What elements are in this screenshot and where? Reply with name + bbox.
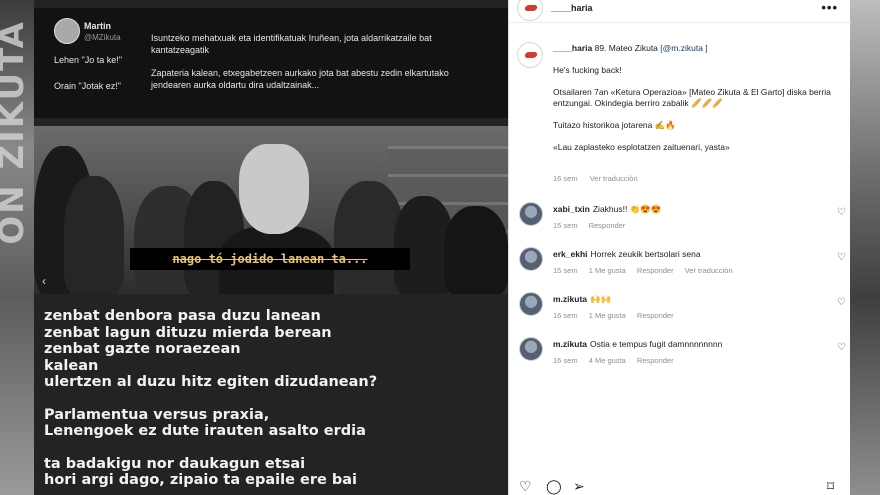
comment-item: xabi_txin Ziakhus!! 👏😍😍 15 sem Responder … <box>517 202 847 244</box>
comment-meta: 15 sem 1 Me gusta Responder Ver traducci… <box>553 266 742 275</box>
comment-body: Ziakhus!! 👏😍😍 <box>592 204 662 214</box>
caption-line: Tuitazo historikoa jotarena ✍️🔥 <box>553 120 676 130</box>
lyrics-line: ta badakigu nor daukagun etsai <box>44 455 306 472</box>
lyrics-text: zenbat denbora pasa duzu lanean zenbat l… <box>44 308 504 495</box>
heart-outline-icon[interactable]: ♡ <box>836 342 847 353</box>
heart-outline-icon[interactable]: ♡ <box>836 252 847 263</box>
post-photo: nago tó jodido lanean ta... ‹ <box>34 126 508 294</box>
comment-translate-link[interactable]: Ver traducción <box>685 266 733 275</box>
lyrics-stanza: zenbat denbora pasa duzu lanean zenbat l… <box>44 308 504 391</box>
comment-username[interactable]: m.zikuta <box>553 339 587 349</box>
comment-reply-link[interactable]: Responder <box>637 266 674 275</box>
heart-icon[interactable]: ♡ <box>519 478 532 495</box>
comment-meta: 15 sem Responder <box>553 221 634 230</box>
poster-text: ON ZIKUTA <box>0 20 32 245</box>
tweet-avatar <box>54 18 80 44</box>
tweet-text-before: Isuntzeko mehatxuak eta identifikatuak I… <box>151 33 432 55</box>
account-avatar[interactable] <box>517 0 543 21</box>
bookmark-icon[interactable]: ⌑ <box>827 478 834 495</box>
comment-time: 16 sem <box>553 311 578 320</box>
tweet-text-now: Zapateria kalean, etxegabetzeen aurkako … <box>151 68 449 90</box>
lyrics-line: Lenengoek ez dute irauten asalto erdia <box>44 423 366 439</box>
lyrics-line: kalean <box>44 357 99 374</box>
comment-avatar[interactable] <box>519 202 543 226</box>
caption-line: «Lau zaplasteko esplotatzen zaituenari, … <box>553 142 730 152</box>
photo-person <box>444 206 508 294</box>
caption-translate-link[interactable]: Ver traducción <box>590 174 638 183</box>
account-username[interactable]: ____haria <box>551 3 593 13</box>
comment-text: m.zikuta Ostia e tempus fugit damnnnnnnnn <box>553 339 823 349</box>
comment-username[interactable]: xabi_txin <box>553 204 590 214</box>
caption-meta: 16 sem Ver traducción <box>553 174 648 183</box>
lyrics-line: zenbat lagun dituzu mierda berean <box>44 324 332 341</box>
post-caption: ____haria 89. Mateo Zikuta [@m.zikuta ] … <box>553 43 843 164</box>
comment-meta: 16 sem 1 Me gusta Responder <box>553 311 683 320</box>
tweet-label-now: Orain "Jotak ez!" <box>54 81 121 91</box>
tweet-author-handle: @MZikuta <box>84 33 121 42</box>
header-divider <box>509 22 851 23</box>
comment-meta: 16 sem 4 Me gusta Responder <box>553 356 683 365</box>
chevron-left-icon[interactable]: ‹ <box>42 274 56 288</box>
comment-text: m.zikuta 🙌🙌 <box>553 294 823 305</box>
lyrics-line: zenbat gazte noraezean <box>44 341 241 357</box>
comment-username[interactable]: m.zikuta <box>553 294 587 304</box>
lyrics-line: Parlamentua versus praxia, <box>44 406 270 423</box>
photo-caption: nago tó jodido lanean ta... <box>130 248 410 270</box>
caption-line: Otsailaren 7an «Ketura Operazioa» [Mateo… <box>553 87 831 108</box>
post-actions-bar: ♡ ◯ ➢ ⌑ <box>519 478 849 495</box>
caption-avatar[interactable] <box>517 42 543 68</box>
background-poster-left: ON ZIKUTA <box>0 0 34 495</box>
tweet-label-before: Lehen "Jo ta ke!" <box>54 55 122 65</box>
comment-item: erk_ekhi Horrek zeukik bertsolari sena 15… <box>517 247 847 289</box>
comment-icon[interactable]: ◯ <box>546 478 562 495</box>
embedded-tweet: Martin @MZikuta Lehen "Jo ta ke!" Orain … <box>34 8 508 118</box>
send-icon[interactable]: ➢ <box>573 478 585 495</box>
lyrics-stanza: ta badakigu nor daukagun etsai hori argi… <box>44 456 504 489</box>
comment-reply-link[interactable]: Responder <box>637 356 674 365</box>
more-horizontal-icon[interactable]: ••• <box>821 0 838 15</box>
lyrics-stanza: Parlamentua versus praxia, Lenengoek ez … <box>44 407 504 440</box>
lyrics-line: zenbat denbora pasa duzu lanean <box>44 308 321 324</box>
comment-text: erk_ekhi Horrek zeukik bertsolari sena <box>553 249 823 259</box>
comment-time: 15 sem <box>553 266 578 275</box>
lyrics-line: ulertzen al duzu hitz egiten dizudanean? <box>44 374 378 390</box>
photo-main-person-face <box>239 144 309 234</box>
comment-likes[interactable]: 1 Me gusta <box>589 311 626 320</box>
comment-time: 16 sem <box>553 356 578 365</box>
tweet-author-name: Martin <box>84 21 111 31</box>
caption-time: 16 sem <box>553 174 578 183</box>
caption-mention[interactable]: [@m.zikuta ] <box>660 43 707 53</box>
comment-body: Ostia e tempus fugit damnnnnnnnn <box>590 339 723 349</box>
background-poster-right <box>850 0 880 495</box>
lyrics-line: hori argi dago, zipaio ta epaile ere bai <box>44 472 357 488</box>
comment-body: Horrek zeukik bertsolari sena <box>590 249 701 259</box>
comment-avatar[interactable] <box>519 337 543 361</box>
comment-time: 15 sem <box>553 221 578 230</box>
comment-username[interactable]: erk_ekhi <box>553 249 588 259</box>
caption-line: He's fucking back! <box>553 65 622 75</box>
comment-text: xabi_txin Ziakhus!! 👏😍😍 <box>553 204 823 215</box>
comment-reply-link[interactable]: Responder <box>589 221 626 230</box>
comment-item: m.zikuta Ostia e tempus fugit damnnnnnnnn… <box>517 337 847 379</box>
caption-title: 89. Mateo Zikuta <box>592 43 661 53</box>
photo-person <box>64 176 124 294</box>
comment-likes[interactable]: 1 Me gusta <box>589 266 626 275</box>
comment-likes[interactable]: 4 Me gusta <box>589 356 626 365</box>
heart-outline-icon[interactable]: ♡ <box>836 207 847 218</box>
caption-username[interactable]: ____haria <box>553 43 592 53</box>
comment-reply-link[interactable]: Responder <box>637 311 674 320</box>
heart-outline-icon[interactable]: ♡ <box>836 297 847 308</box>
post-media[interactable]: Martin @MZikuta Lehen "Jo ta ke!" Orain … <box>34 0 508 495</box>
comment-avatar[interactable] <box>519 247 543 271</box>
comment-body: 🙌🙌 <box>590 294 612 304</box>
comment-item: m.zikuta 🙌🙌 16 sem 1 Me gusta Responder ♡ <box>517 292 847 334</box>
comment-avatar[interactable] <box>519 292 543 316</box>
comments-panel: ____haria ••• ____haria 89. Mateo Zikuta… <box>508 0 851 495</box>
